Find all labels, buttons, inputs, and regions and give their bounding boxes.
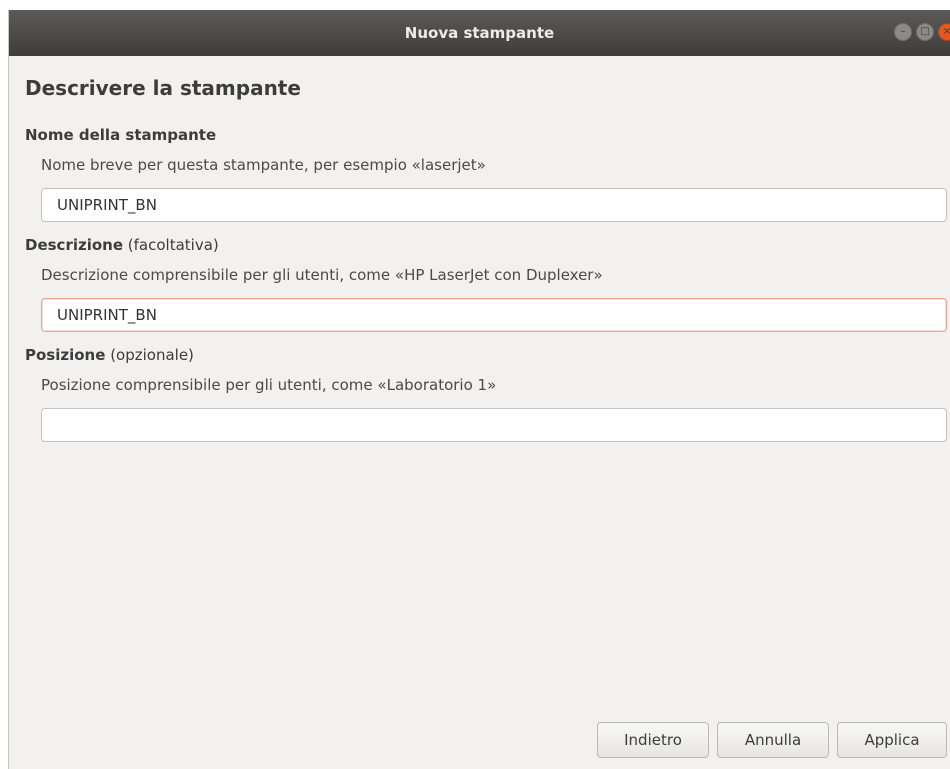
- new-printer-dialog: Nuova stampante – □ × Descrivere la stam…: [8, 10, 950, 769]
- apply-button[interactable]: Applica: [837, 722, 947, 758]
- description-field[interactable]: [41, 298, 947, 332]
- maximize-icon[interactable]: □: [916, 23, 934, 41]
- titlebar[interactable]: Nuova stampante – □ ×: [9, 10, 950, 56]
- location-help: Posizione comprensibile per gli utenti, …: [41, 376, 497, 394]
- page-title: Descrivere la stampante: [25, 76, 301, 100]
- location-label-text: Posizione: [25, 346, 106, 364]
- description-label-text: Descrizione: [25, 236, 124, 254]
- minimize-icon[interactable]: –: [894, 23, 912, 41]
- location-label: Posizione (opzionale): [25, 346, 194, 364]
- cancel-button[interactable]: Annulla: [717, 722, 829, 758]
- close-icon[interactable]: ×: [938, 23, 950, 41]
- window-title: Nuova stampante: [404, 24, 555, 42]
- printer-name-field[interactable]: [41, 188, 947, 222]
- description-qualifier: (facoltativa): [127, 236, 219, 254]
- location-qualifier: (opzionale): [110, 346, 194, 364]
- description-help: Descrizione comprensibile per gli utenti…: [41, 266, 603, 284]
- printer-name-label-text: Nome della stampante: [25, 126, 217, 144]
- description-label: Descrizione (facoltativa): [25, 236, 219, 254]
- back-button[interactable]: Indietro: [597, 722, 709, 758]
- location-field[interactable]: [41, 408, 947, 442]
- printer-name-label: Nome della stampante: [25, 126, 216, 144]
- printer-name-help: Nome breve per questa stampante, per ese…: [41, 156, 486, 174]
